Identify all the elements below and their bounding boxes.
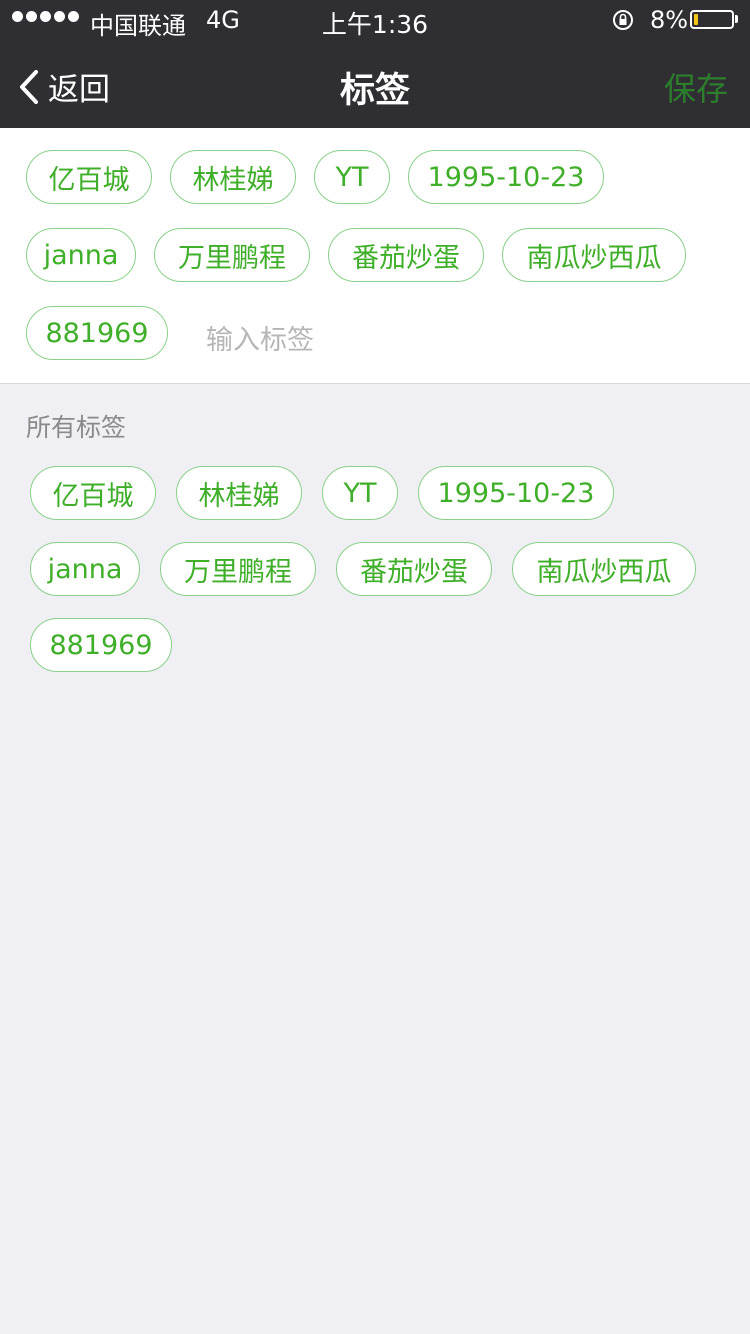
navigation-bar: 返回 标签 保存 (0, 40, 750, 128)
save-button[interactable]: 保存 (664, 64, 728, 110)
all-tag[interactable]: 南瓜炒西瓜 (512, 542, 696, 596)
top-bar: 中国联通 4G 上午1:36 8% 返回 标签 保存 (0, 0, 750, 128)
all-tag[interactable]: 番茄炒蛋 (336, 542, 492, 596)
rotation-lock-icon (613, 10, 633, 30)
selected-tag[interactable]: janna (26, 228, 136, 282)
page-title: 标签 (339, 71, 410, 111)
status-bar: 中国联通 4G 上午1:36 8% (0, 0, 750, 40)
tag-input[interactable]: 输入标签 (206, 318, 314, 357)
selected-tag[interactable]: 1995-10-23 (408, 150, 604, 204)
all-tag[interactable]: 亿百城 (30, 466, 156, 520)
battery-icon (690, 10, 734, 29)
selected-tag[interactable]: 亿百城 (26, 150, 152, 204)
selected-tag[interactable]: 南瓜炒西瓜 (502, 228, 686, 282)
selected-tag[interactable]: YT (314, 150, 390, 204)
all-tags-label: 所有标签 (26, 413, 127, 442)
all-tag[interactable]: YT (322, 466, 398, 520)
selected-tag[interactable]: 番茄炒蛋 (328, 228, 484, 282)
all-tag[interactable]: 万里鹏程 (160, 542, 316, 596)
battery-cap (735, 15, 738, 23)
all-tag[interactable]: janna (30, 542, 140, 596)
all-tag[interactable]: 林桂娣 (176, 466, 302, 520)
selected-tag[interactable]: 万里鹏程 (154, 228, 310, 282)
selected-tag[interactable]: 881969 (26, 306, 168, 360)
all-tag[interactable]: 881969 (30, 618, 172, 672)
selected-tag[interactable]: 林桂娣 (170, 150, 296, 204)
selected-tags-panel: 亿百城 林桂娣 YT 1995-10-23 janna 万里鹏程 番茄炒蛋 南瓜… (0, 128, 750, 384)
all-tag[interactable]: 1995-10-23 (418, 466, 614, 520)
status-time: 上午1:36 (321, 10, 429, 39)
battery-percent: 8% (650, 6, 689, 34)
